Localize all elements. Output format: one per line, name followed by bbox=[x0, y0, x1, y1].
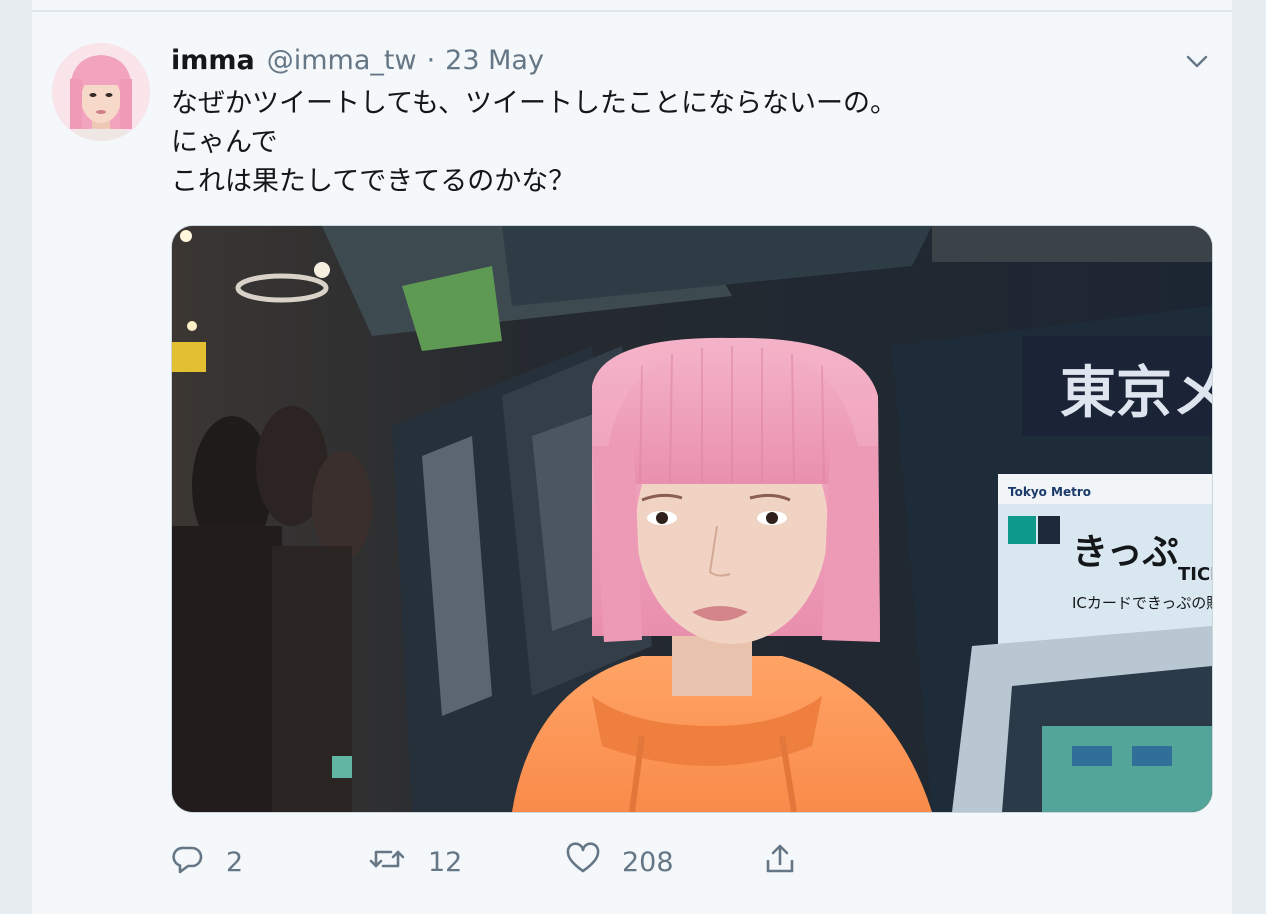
retweet-count: 12 bbox=[428, 846, 463, 878]
like-count: 208 bbox=[622, 846, 674, 878]
tweet-photo[interactable]: 東京メ Tokyo Metro きっぷ TICI ICカードできっぷの購入 bbox=[171, 225, 1213, 813]
sign-ticket-text: きっぷ bbox=[1072, 532, 1179, 573]
share-button[interactable] bbox=[763, 838, 797, 886]
sign-ticket-en-text: TICI bbox=[1178, 564, 1212, 585]
divider bbox=[32, 10, 1232, 12]
sign-ic-text: ICカードできっぷの購入 bbox=[1072, 594, 1212, 612]
sign-station-text: 東京メ bbox=[1060, 361, 1212, 426]
like-button[interactable]: 208 bbox=[565, 838, 674, 886]
reply-count: 2 bbox=[226, 846, 244, 878]
tweet-text-line: なぜかツイートしても、ツイートしたことにならないーの。 bbox=[171, 88, 898, 119]
avatar[interactable] bbox=[52, 43, 150, 141]
sign-brand-text: Tokyo Metro bbox=[1008, 485, 1091, 499]
heart-icon bbox=[565, 841, 601, 883]
reply-button[interactable]: 2 bbox=[171, 838, 243, 886]
retweet-icon bbox=[367, 842, 407, 883]
author-name[interactable]: imma bbox=[171, 45, 255, 76]
tweet-header: imma @imma_tw · 23 May bbox=[171, 40, 544, 80]
separator: · bbox=[426, 44, 436, 76]
tweet-date[interactable]: 23 May bbox=[445, 45, 544, 76]
chevron-down-icon[interactable] bbox=[1182, 46, 1212, 76]
tweet-text: なぜかツイートしても、ツイートしたことにならないーの。 にゃんで これは果たして… bbox=[171, 84, 1201, 201]
tweet-actions: 2 12 208 bbox=[171, 838, 871, 886]
timeline-column: imma @imma_tw · 23 May なぜかツイートしても、ツイートした… bbox=[32, 0, 1232, 914]
author-handle[interactable]: @imma_tw bbox=[267, 45, 417, 76]
share-icon bbox=[763, 842, 797, 883]
retweet-button[interactable]: 12 bbox=[367, 838, 462, 886]
tweet-text-line: これは果たしてできてるのかな？ bbox=[171, 166, 576, 197]
tweet-text-line: にゃんで bbox=[171, 127, 278, 158]
reply-icon bbox=[171, 842, 205, 883]
